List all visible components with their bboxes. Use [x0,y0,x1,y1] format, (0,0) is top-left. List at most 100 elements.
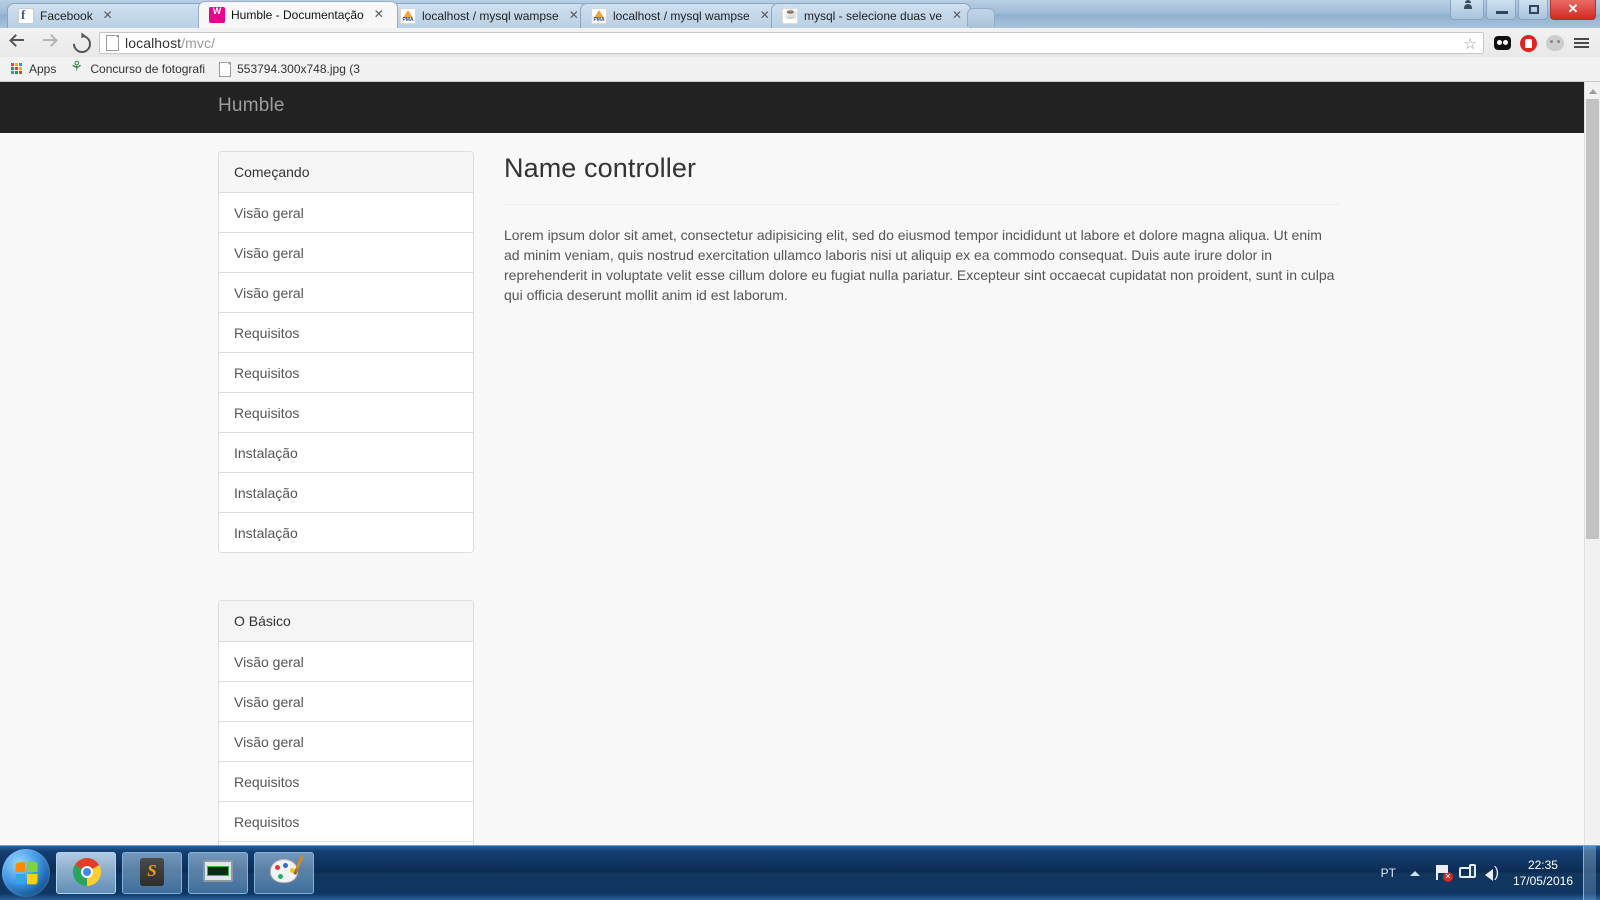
list-item[interactable]: Visão geral [219,232,473,272]
page-info-icon [106,34,119,51]
reload-icon [69,30,95,57]
chrome-icon [73,858,101,886]
hamburger-menu-icon[interactable] [1568,30,1594,56]
bookmarks-bar: Apps Concurso de fotografi 553794.300x74… [0,57,1600,82]
tab-title: localhost / mysql wampse [422,9,559,23]
reload-button[interactable] [67,30,95,57]
forward-button[interactable] [36,30,62,56]
browser-tab-phpmyadmin-1[interactable]: localhost / mysql wampse ✕ [389,3,589,28]
list-item[interactable]: Requisitos [219,761,473,801]
user-account-button[interactable] [1450,0,1484,20]
tab-title: Facebook [40,9,93,23]
clock-date: 17/05/2016 [1512,874,1573,888]
facebook-icon [18,7,34,24]
clock[interactable]: 22:35 17/05/2016 [1513,857,1573,889]
close-window-button[interactable] [1550,0,1596,20]
browser-tab-mysql-java[interactable]: mysql - selecione duas ve ✕ [771,3,971,28]
sublime-text-icon [140,858,164,886]
tab-title: Humble - Documentação [231,8,364,22]
bookmark-label: Apps [29,62,57,76]
page-title: Name controller [504,153,697,183]
troll-face-icon[interactable] [1542,30,1568,56]
tab-title: localhost / mysql wampse [613,9,750,23]
body-paragraph: Lorem ipsum dolor sit amet, consectetur … [504,227,1335,303]
list-item[interactable]: Instalação [219,432,473,472]
maximize-button[interactable] [1518,0,1548,20]
show-desktop-button[interactable] [1583,846,1596,900]
show-hidden-icons-icon[interactable] [1408,866,1422,880]
chrome-taskbar-button[interactable] [56,852,116,894]
site-navbar: Humble [0,82,1600,133]
paint-taskbar-button[interactable] [254,852,314,894]
new-tab-button[interactable] [967,8,995,27]
close-icon[interactable]: ✕ [372,8,386,22]
scrollbar-thumb[interactable] [1586,99,1599,539]
bookmark-label: 553794.300x748.jpg (3 [237,62,360,76]
browser-tab-phpmyadmin-2[interactable]: localhost / mysql wampse ✕ [580,3,780,28]
close-icon[interactable]: ✕ [950,9,964,23]
page-scrollbar[interactable] [1584,82,1600,846]
list-item[interactable]: Visão geral [219,272,473,312]
list-item[interactable]: Instalação [219,512,473,552]
task-manager-taskbar-button[interactable] [188,852,248,894]
list-item[interactable]: Visão geral [219,721,473,761]
windows-start-orb[interactable] [2,849,50,897]
java-icon [782,7,798,24]
bookmark-apps[interactable]: Apps [4,59,63,79]
list-group-heading: O Básico [219,601,473,641]
network-flag-icon[interactable]: ✕ [1432,863,1454,883]
adblock-icon[interactable] [1516,30,1542,56]
tree-icon [70,59,84,76]
list-item[interactable]: Requisitos [219,352,473,392]
bookmark-star-icon[interactable]: ☆ [1464,35,1477,53]
list-item[interactable]: Requisitos [219,312,473,352]
paint-icon [270,859,298,883]
close-icon[interactable]: ✕ [101,9,115,23]
minimize-button[interactable] [1486,0,1516,20]
phpmyadmin-icon [591,8,607,24]
language-indicator[interactable]: PT [1381,866,1396,880]
page-viewport: Humble Começando Visão geral Visão geral… [0,82,1600,846]
bookmark-concurso[interactable]: Concurso de fotografi [63,59,212,79]
list-item[interactable]: Requisitos [219,801,473,841]
title-divider [504,204,1340,205]
list-group-comecando: Começando Visão geral Visão geral Visão … [218,151,474,553]
url-path: /mvc/ [181,34,216,51]
bookmark-image-file[interactable]: 553794.300x748.jpg (3 [212,59,367,79]
eyes-extension-icon[interactable] [1490,30,1516,56]
back-arrow-icon [12,38,24,41]
file-icon [219,61,232,77]
list-item[interactable]: Visão geral [219,641,473,681]
back-button[interactable] [5,30,31,56]
sidebar: Começando Visão geral Visão geral Visão … [218,151,474,846]
list-item[interactable]: Instalação [219,472,473,512]
tab-strip: Facebook ✕ Humble - Documentação ✕ local… [0,0,995,28]
sublime-text-taskbar-button[interactable] [122,852,182,894]
system-tray: PT ✕ 22:35 17/05/2016 [1381,846,1600,900]
browser-toolbar: localhost/mvc/ ☆ [0,28,1600,58]
main-content: Name controller Lorem ipsum dolor sit am… [504,151,1340,305]
browser-tab-humble[interactable]: Humble - Documentação ✕ [198,1,398,28]
window-controls [1448,0,1596,24]
browser-titlebar: Facebook ✕ Humble - Documentação ✕ local… [0,0,1600,28]
tab-title: mysql - selecione duas ve [804,9,942,23]
close-icon[interactable]: ✕ [567,9,581,23]
bookmark-label: Concurso de fotografi [90,62,206,76]
scroll-up-arrow-icon[interactable] [1585,82,1600,98]
list-item[interactable]: Visão geral [219,681,473,721]
network-monitor-icon[interactable] [1457,863,1479,883]
list-item[interactable]: Requisitos [219,392,473,432]
address-bar[interactable]: localhost/mvc/ ☆ [99,31,1484,54]
windows-taskbar: PT ✕ 22:35 17/05/2016 [0,845,1600,900]
list-item[interactable]: Visão geral [219,192,473,232]
screen: Facebook ✕ Humble - Documentação ✕ local… [0,0,1600,900]
list-group-o-basico: O Básico Visão geral Visão geral Visão g… [218,600,474,846]
site-brand[interactable]: Humble [218,95,285,117]
list-group-heading: Começando [219,152,473,192]
close-icon[interactable]: ✕ [758,9,772,23]
clock-time: 22:35 [1527,858,1558,872]
url-host: localhost [125,34,182,51]
volume-icon[interactable] [1482,863,1504,883]
browser-tab-facebook[interactable]: Facebook ✕ [7,3,207,28]
phpmyadmin-icon [400,8,416,24]
